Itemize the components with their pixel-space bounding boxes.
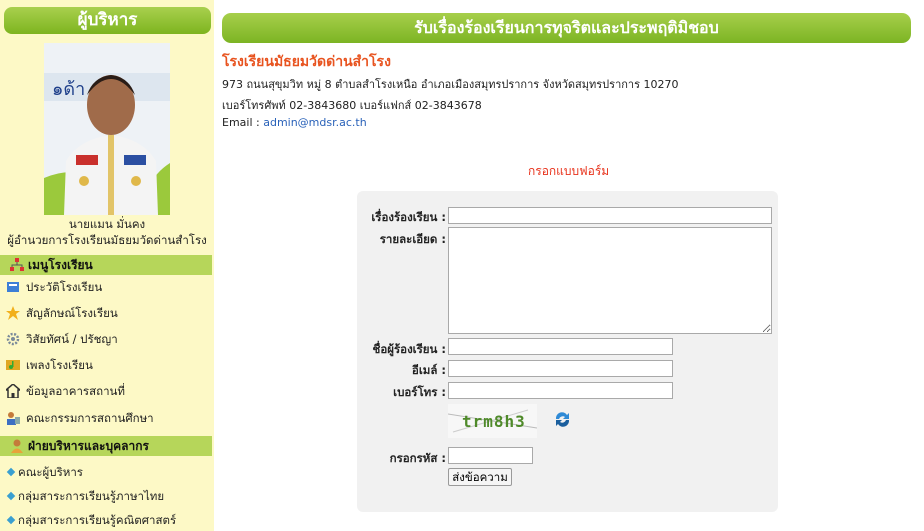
- menu-item-label: กลุ่มสาระการเรียนรู้ภาษาไทย: [18, 489, 165, 503]
- menu-item-label: คณะผู้บริหาร: [18, 465, 83, 479]
- user-icon: [11, 439, 23, 453]
- email-label: Email :: [222, 116, 264, 129]
- director-title: ผู้อำนวยการโรงเรียนมัธยมวัดด่านสำโรง: [7, 233, 207, 247]
- school-menu-bar: เมนูโรงเรียน: [0, 255, 212, 275]
- committee-icon: [7, 412, 20, 425]
- sidebar-header: ผู้บริหาร: [4, 7, 211, 34]
- detail-textarea[interactable]: [448, 227, 772, 334]
- captcha-text: trm8h3: [462, 412, 526, 431]
- code-label: กรอกรหัส :: [389, 451, 446, 465]
- history-icon: [7, 282, 19, 292]
- menu-item-vision[interactable]: วิสัยทัศน์ / ปรัชญา: [0, 328, 212, 350]
- menu-item-history[interactable]: ประวัติโรงเรียน: [0, 276, 212, 298]
- name-input[interactable]: [448, 338, 673, 355]
- school-phone: เบอร์โทรศัพท์ 02-3843680 เบอร์แฟกส์ 02-3…: [222, 99, 482, 112]
- menu-item-math-dept[interactable]: กลุ่มสาระการเรียนรู้คณิตศาสตร์: [0, 509, 212, 531]
- email-field[interactable]: [448, 360, 673, 377]
- menu-item-symbol[interactable]: สัญลักษณ์โรงเรียน: [0, 302, 212, 324]
- menu-item-building[interactable]: ข้อมูลอาคารสถานที่: [0, 380, 212, 402]
- detail-label: รายละเอียด :: [379, 232, 446, 246]
- director-photo: ๑ด้า าค: [44, 43, 170, 215]
- refresh-icon[interactable]: [553, 410, 572, 429]
- menu-item-label: คณะกรรมการสถานศึกษา: [26, 411, 154, 425]
- menu-item-label: กลุ่มสาระการเรียนรู้คณิตศาสตร์: [18, 513, 177, 527]
- music-icon: [6, 360, 20, 370]
- menu-item-label: เพลงโรงเรียน: [26, 358, 93, 372]
- bullet-icon: [6, 515, 16, 525]
- menu-item-thai-dept[interactable]: กลุ่มสาระการเรียนรู้ภาษาไทย: [0, 485, 212, 507]
- menu-item-label: ประวัติโรงเรียน: [26, 280, 103, 294]
- admin-menu-bar: ฝ่ายบริหารและบุคลากร: [0, 436, 212, 456]
- phone-label: เบอร์โทร :: [393, 385, 446, 399]
- bullet-icon: [6, 491, 16, 501]
- admin-menu-title: ฝ่ายบริหารและบุคลากร: [28, 439, 149, 453]
- building-icon: [6, 384, 20, 398]
- email-field-label: อีเมล์ :: [411, 363, 446, 377]
- school-name: โรงเรียนมัธยมวัดด่านสำโรง: [222, 54, 391, 70]
- gear-icon: [6, 332, 20, 346]
- sitemap-icon: [10, 258, 24, 271]
- menu-item-committee[interactable]: คณะกรรมการสถานศึกษา: [0, 407, 212, 429]
- captcha-image: trm8h3: [447, 404, 538, 438]
- captcha-input[interactable]: [448, 447, 533, 464]
- school-address: 973 ถนนสุขุมวิท หมู่ 8 ตำบลสำโรงเหนือ อำ…: [222, 78, 679, 91]
- form-title: กรอกแบบฟอร์ม: [528, 164, 610, 178]
- email-link[interactable]: admin@mdsr.ac.th: [263, 116, 366, 129]
- sidebar: ผู้บริหาร ๑ด้า าค นายแมน มั่นคง ผู้อำนวย…: [0, 0, 214, 531]
- email-line: Email : admin@mdsr.ac.th: [222, 116, 367, 129]
- bullet-icon: [6, 467, 16, 477]
- subject-label: เรื่องร้องเรียน :: [371, 210, 446, 224]
- name-label: ชื่อผู้ร้องเรียน :: [372, 342, 446, 356]
- page-title: รับเรื่องร้องเรียนการทุจริตและประพฤติมิช…: [222, 13, 911, 43]
- school-menu-title: เมนูโรงเรียน: [28, 258, 93, 272]
- menu-item-executives[interactable]: คณะผู้บริหาร: [0, 461, 212, 483]
- phone-input[interactable]: [448, 382, 673, 399]
- menu-item-song[interactable]: เพลงโรงเรียน: [0, 354, 212, 376]
- subject-input[interactable]: [448, 207, 772, 224]
- menu-item-label: วิสัยทัศน์ / ปรัชญา: [26, 332, 118, 346]
- menu-item-label: สัญลักษณ์โรงเรียน: [26, 306, 118, 320]
- submit-button[interactable]: ส่งข้อความ: [448, 468, 512, 486]
- menu-item-label: ข้อมูลอาคารสถานที่: [26, 384, 125, 398]
- star-icon: [6, 306, 20, 320]
